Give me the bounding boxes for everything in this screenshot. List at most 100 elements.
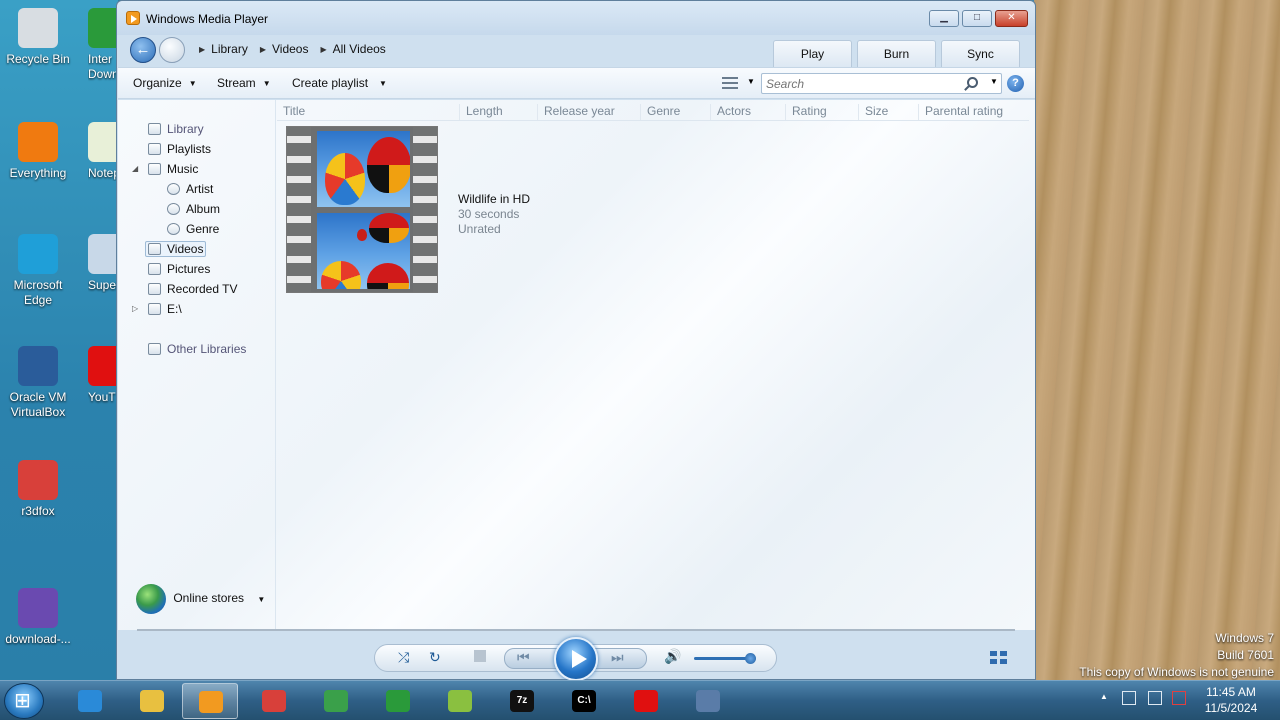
desktop-icon[interactable]: Microsoft Edge [0, 234, 76, 308]
caret-down-icon: ▼ [257, 595, 266, 605]
taskbar-app-button[interactable] [432, 683, 488, 719]
search-icon[interactable] [967, 77, 978, 88]
video-rating[interactable]: Unrated [458, 222, 501, 236]
taskbar-app-button[interactable] [182, 683, 238, 719]
r3dfox-icon [18, 460, 58, 500]
taskbar-app-button[interactable] [124, 683, 180, 719]
nav-item-genre[interactable]: Genre [167, 222, 219, 236]
back-button[interactable]: ← [130, 37, 156, 63]
stream-menu[interactable]: Stream ▼ [217, 76, 271, 90]
column-header[interactable]: Actors [710, 104, 751, 120]
search-input[interactable] [766, 77, 956, 91]
view-options-caret-icon[interactable]: ▼ [747, 77, 755, 86]
nav-item-videos[interactable]: Videos [145, 241, 207, 257]
chrome-icon [324, 690, 348, 712]
help-icon[interactable]: ? [1007, 75, 1024, 92]
desktop-icon[interactable]: Oracle VM VirtualBox [0, 346, 76, 420]
column-header[interactable]: Rating [785, 104, 827, 120]
everything-icon [18, 122, 58, 162]
desktop-icon-label: r3dfox [21, 504, 55, 518]
switch-to-now-playing-icon[interactable] [990, 651, 1008, 665]
nav-item-label: Videos [167, 242, 204, 256]
internet-explorer-icon [78, 690, 102, 712]
network-icon[interactable] [1148, 691, 1162, 705]
taskbar-app-button[interactable] [62, 683, 118, 719]
breadcrumb-library[interactable]: Library [211, 42, 248, 57]
clock[interactable]: 11:45 AM 11/5/2024 [1196, 684, 1266, 716]
taskbar-app-button[interactable] [246, 683, 302, 719]
tab-burn[interactable]: Burn [857, 40, 936, 67]
shuffle-icon[interactable]: ⤮ [398, 649, 409, 666]
action-center-flag-icon[interactable] [1122, 691, 1136, 705]
volume-icon[interactable]: 🔊 [664, 648, 681, 665]
tab-sync[interactable]: Sync [941, 40, 1020, 67]
tab-play[interactable]: Play [773, 40, 852, 67]
file-explorer-icon [140, 690, 164, 712]
taskbar-app-button[interactable] [618, 683, 674, 719]
search-box[interactable]: ▼ [761, 73, 1002, 94]
volume-muted-icon[interactable] [1172, 691, 1186, 705]
next-icon[interactable]: ⏭ [611, 649, 624, 666]
collapse-arrow-icon[interactable]: ◢ [132, 164, 138, 173]
watermark-line3: This copy of Windows is not genuine [1079, 665, 1274, 679]
nav-item-music[interactable]: ◢ Music [132, 162, 198, 176]
virtualbox-icon [18, 346, 58, 386]
organize-menu[interactable]: Organize ▼ [133, 76, 197, 90]
seek-bar[interactable] [137, 629, 1015, 631]
forward-button[interactable] [159, 37, 185, 63]
video-title[interactable]: Wildlife in HD [458, 192, 530, 206]
online-stores-button[interactable]: Online stores ▼ [136, 584, 265, 614]
nav-item-playlists[interactable]: Playlists [148, 142, 211, 156]
nav-item-album[interactable]: Album [167, 202, 220, 216]
desktop-icon[interactable]: r3dfox [0, 460, 76, 519]
column-header[interactable]: Length [459, 104, 503, 120]
column-header[interactable]: Release year [537, 104, 615, 120]
nav-item-recorded-tv[interactable]: Recorded TV [148, 282, 237, 296]
desktop-icon-label: Oracle VM VirtualBox [9, 390, 67, 419]
desktop-area [0, 0, 118, 680]
column-header[interactable]: Genre [640, 104, 680, 120]
nav-item-pictures[interactable]: Pictures [148, 262, 210, 276]
breadcrumb-all-videos[interactable]: All Videos [333, 42, 386, 57]
nav-item-e[interactable]: ▷ E:\ [132, 302, 182, 316]
view-options-icon[interactable] [722, 77, 738, 89]
expand-arrow-icon[interactable]: ▷ [132, 304, 138, 313]
nav-item-other-libraries[interactable]: Other Libraries [148, 342, 246, 356]
taskbar: 7z C:\ [0, 680, 1280, 720]
clock-time: 11:45 AM [1206, 685, 1256, 699]
taskbar-app-button[interactable]: 7z [494, 683, 550, 719]
title-bar[interactable]: Windows Media Player ▁ □ ✕ [117, 1, 1035, 35]
nav-item-artist[interactable]: Artist [167, 182, 213, 196]
nav-item-label: Other Libraries [167, 342, 247, 356]
close-button[interactable]: ✕ [995, 10, 1028, 27]
search-options-caret-icon[interactable]: ▼ [990, 77, 998, 86]
column-header[interactable]: Parental rating [918, 104, 1003, 120]
desktop-icon[interactable]: Recycle Bin [0, 8, 76, 67]
stop-icon[interactable] [474, 650, 486, 662]
taskbar-app-button[interactable]: C:\ [556, 683, 612, 719]
create-playlist-menu[interactable]: Create playlist ▼ [292, 76, 387, 90]
window-title: Windows Media Player [146, 12, 269, 26]
notepad-plus-icon [448, 690, 472, 712]
column-headers: Title Length Release year Genre Actors Rating… [277, 100, 1029, 121]
minimize-button[interactable]: ▁ [929, 10, 959, 27]
taskbar-app-button[interactable] [308, 683, 364, 719]
taskbar-app-button[interactable] [680, 683, 736, 719]
nav-item-library[interactable]: Library [148, 122, 204, 136]
breadcrumb-videos[interactable]: Videos [272, 42, 308, 57]
globe-icon [136, 584, 166, 614]
start-button[interactable] [4, 683, 44, 719]
play-button[interactable] [554, 637, 598, 681]
column-header[interactable]: Title [277, 104, 305, 120]
previous-icon[interactable]: ⏮ [517, 649, 530, 666]
show-hidden-icons-icon[interactable]: ▲ [1100, 692, 1108, 701]
maximize-button[interactable]: □ [962, 10, 992, 27]
desktop-icon[interactable]: download-... [0, 588, 76, 647]
volume-thumb[interactable] [744, 653, 756, 664]
column-header[interactable]: Size [858, 104, 888, 120]
desktop-wallpaper [1034, 0, 1280, 680]
taskbar-app-button[interactable] [370, 683, 426, 719]
video-thumbnail[interactable] [286, 126, 438, 293]
desktop-icon[interactable]: Everything [0, 122, 76, 181]
repeat-icon[interactable]: ↻ [429, 649, 441, 666]
